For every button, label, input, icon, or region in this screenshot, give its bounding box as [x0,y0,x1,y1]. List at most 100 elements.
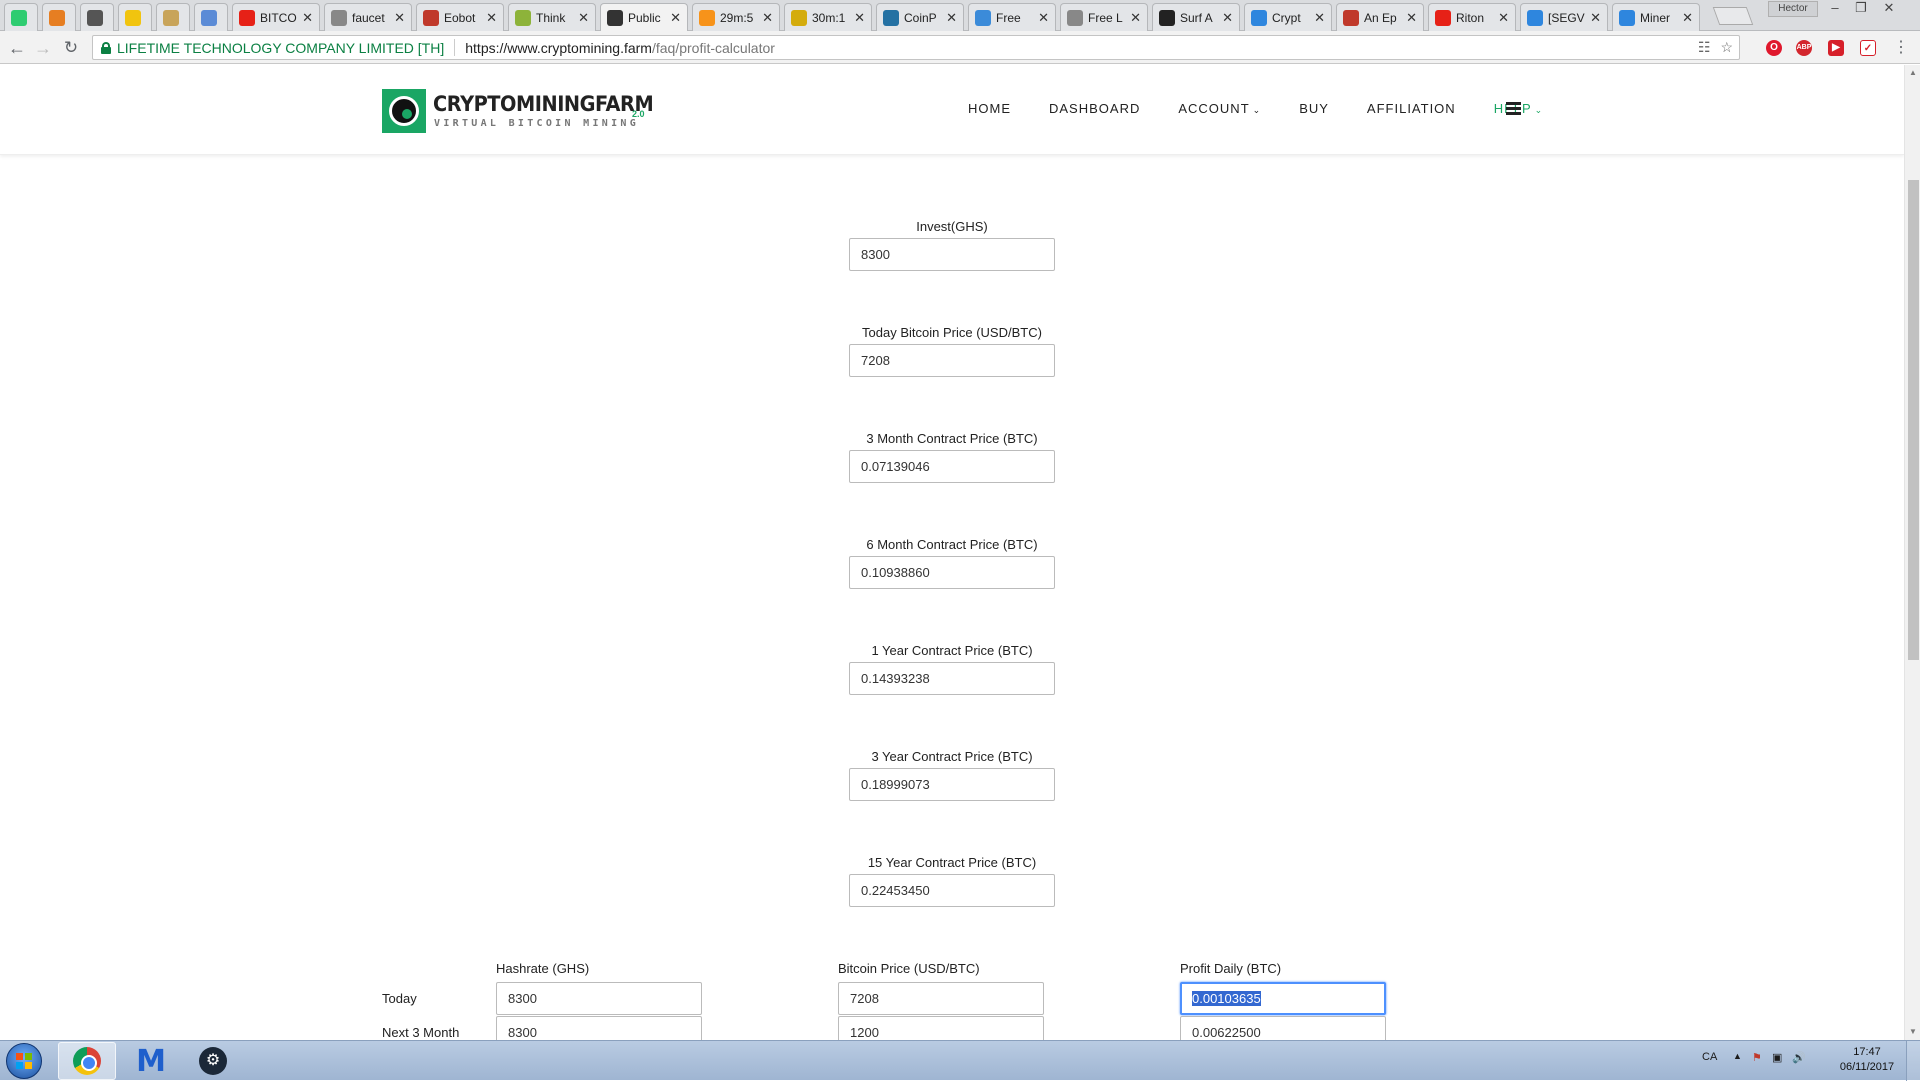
bulb-icon [163,9,179,26]
browser-tab[interactable]: CoinP ✕ [876,3,964,31]
show-desktop-button[interactable] [1906,1041,1920,1081]
eobot-icon [423,9,439,26]
browser-tab[interactable]: Think ✕ [508,3,596,31]
scroll-down-icon[interactable]: ▼ [1909,1027,1917,1036]
browser-tab[interactable] [194,3,228,31]
next-3-month-profit-daily-input[interactable] [1180,1016,1386,1040]
language-indicator[interactable]: CA [1702,1051,1717,1063]
volume-icon[interactable]: 🔊 [1792,1051,1806,1064]
close-tab-icon[interactable]: ✕ [302,10,313,26]
field-15-year-contract: 15 Year Contract Price (BTC) [849,855,1055,907]
browser-tab[interactable]: An Ep ✕ [1336,3,1424,31]
browser-tab[interactable]: Eobot ✕ [416,3,504,31]
clock-time: 17:47 [1853,1046,1881,1058]
browser-tab[interactable]: [SEGV ✕ [1520,3,1608,31]
translate-icon[interactable]: ☷ [1698,39,1711,56]
contract-3-year-input[interactable] [849,768,1055,801]
chevron-down-icon: ⌄ [1534,105,1544,115]
main-nav: HOME DASHBOARD ACCOUNT ⌄ BUY AFFILIATION … [968,101,1581,116]
close-window-icon[interactable]: ✕ [1876,1,1902,17]
today-profit-daily-input[interactable]: 0.00103635 [1180,982,1386,1015]
browser-tab[interactable] [4,3,38,31]
bitcoin-price-input[interactable] [849,344,1055,377]
taskbar-steam[interactable]: ⚙ [184,1042,242,1080]
close-tab-icon[interactable]: ✕ [1130,10,1141,26]
nav-buy[interactable]: BUY [1299,101,1329,116]
browser-tab[interactable]: 29m:5 ✕ [692,3,780,31]
close-tab-icon[interactable]: ✕ [946,10,957,26]
hamburger-menu-icon[interactable] [1506,102,1521,116]
close-tab-icon[interactable]: ✕ [578,10,589,26]
action-center-icon[interactable]: ⚑ [1752,1051,1762,1064]
taskbar-malwarebytes[interactable]: M [122,1042,180,1080]
taskbar-chrome[interactable] [58,1042,116,1080]
scroll-up-icon[interactable]: ▲ [1909,68,1917,77]
chevron-down-icon: ⌄ [1252,105,1262,115]
bookmark-star-icon[interactable]: ☆ [1720,39,1733,56]
windows-logo-icon [16,1053,33,1070]
start-button[interactable] [6,1043,42,1079]
close-tab-icon[interactable]: ✕ [1498,10,1509,26]
show-hidden-icons-icon[interactable]: ▲ [1733,1051,1742,1061]
close-tab-icon[interactable]: ✕ [486,10,497,26]
browser-tab[interactable]: Miner ✕ [1612,3,1700,31]
minimize-icon[interactable]: – [1822,1,1848,17]
browser-tab[interactable]: Surf A ✕ [1152,3,1240,31]
browser-tab[interactable]: Public ✕ [600,3,688,31]
browser-tab[interactable]: Riton ✕ [1428,3,1516,31]
today-bitcoin-price-input[interactable] [838,982,1044,1015]
close-tab-icon[interactable]: ✕ [1406,10,1417,26]
ev-certificate-name[interactable]: LIFETIME TECHNOLOGY COMPANY LIMITED [TH] [117,40,444,56]
close-tab-icon[interactable]: ✕ [670,10,681,26]
browser-tab[interactable] [118,3,152,31]
site-logo[interactable]: CRYPTOMININGFARM VIRTUAL BITCOIN MINING … [382,89,654,133]
scrollbar-thumb[interactable] [1908,180,1919,660]
forward-icon[interactable]: → [32,37,54,59]
nav-affiliation[interactable]: AFFILIATION [1367,101,1456,116]
close-tab-icon[interactable]: ✕ [1222,10,1233,26]
next-3-month-bitcoin-price-input[interactable] [838,1016,1044,1040]
restore-icon[interactable]: ❐ [1848,1,1874,17]
new-tab-button[interactable] [1712,7,1754,25]
browser-tab[interactable] [42,3,76,31]
close-tab-icon[interactable]: ✕ [762,10,773,26]
address-bar[interactable]: LIFETIME TECHNOLOGY COMPANY LIMITED [TH]… [92,35,1740,60]
contract-15-year-input[interactable] [849,874,1055,907]
close-tab-icon[interactable]: ✕ [1590,10,1601,26]
field-3-month-contract: 3 Month Contract Price (BTC) [849,431,1055,483]
browser-tab[interactable]: Free L ✕ [1060,3,1148,31]
profile-button[interactable]: Hector [1768,1,1818,17]
today-hashrate-input[interactable] [496,982,702,1015]
surf-icon [1159,9,1175,26]
page-scrollbar[interactable]: ▲ ▼ [1904,65,1920,1040]
close-tab-icon[interactable]: ✕ [854,10,865,26]
browser-tab[interactable]: Crypt ✕ [1244,3,1332,31]
nav-home[interactable]: HOME [968,101,1011,116]
nav-account[interactable]: ACCOUNT ⌄ [1178,101,1261,116]
contract-1-year-input[interactable] [849,662,1055,695]
browser-tab[interactable]: faucet ✕ [324,3,412,31]
contract-3-month-input[interactable] [849,450,1055,483]
close-tab-icon[interactable]: ✕ [1682,10,1693,26]
nav-dashboard[interactable]: DASHBOARD [1049,101,1140,116]
close-tab-icon[interactable]: ✕ [1038,10,1049,26]
reload-icon[interactable]: ↻ [60,37,82,59]
browser-tab[interactable]: Free ✕ [968,3,1056,31]
system-clock[interactable]: 17:47 06/11/2017 [1832,1045,1902,1075]
next-3-month-hashrate-input[interactable] [496,1016,702,1040]
invest-ghs-input[interactable] [849,238,1055,271]
menu-icon[interactable]: ⋮ [1890,37,1912,59]
contract-6-month-input[interactable] [849,556,1055,589]
opera-extension-icon[interactable]: O [1766,40,1782,56]
adblock-extension-icon[interactable]: ABP [1796,40,1812,56]
browser-tab[interactable] [156,3,190,31]
browser-tab[interactable] [80,3,114,31]
browser-tab[interactable]: BITCO ✕ [232,3,320,31]
close-tab-icon[interactable]: ✕ [1314,10,1325,26]
browser-tab[interactable]: 30m:1 ✕ [784,3,872,31]
network-icon[interactable]: ▣ [1772,1051,1782,1064]
screenshot-extension-icon[interactable]: ✓ [1860,40,1876,56]
video-extension-icon[interactable]: ▶ [1828,40,1844,56]
back-icon[interactable]: ← [6,37,28,59]
close-tab-icon[interactable]: ✕ [394,10,405,26]
